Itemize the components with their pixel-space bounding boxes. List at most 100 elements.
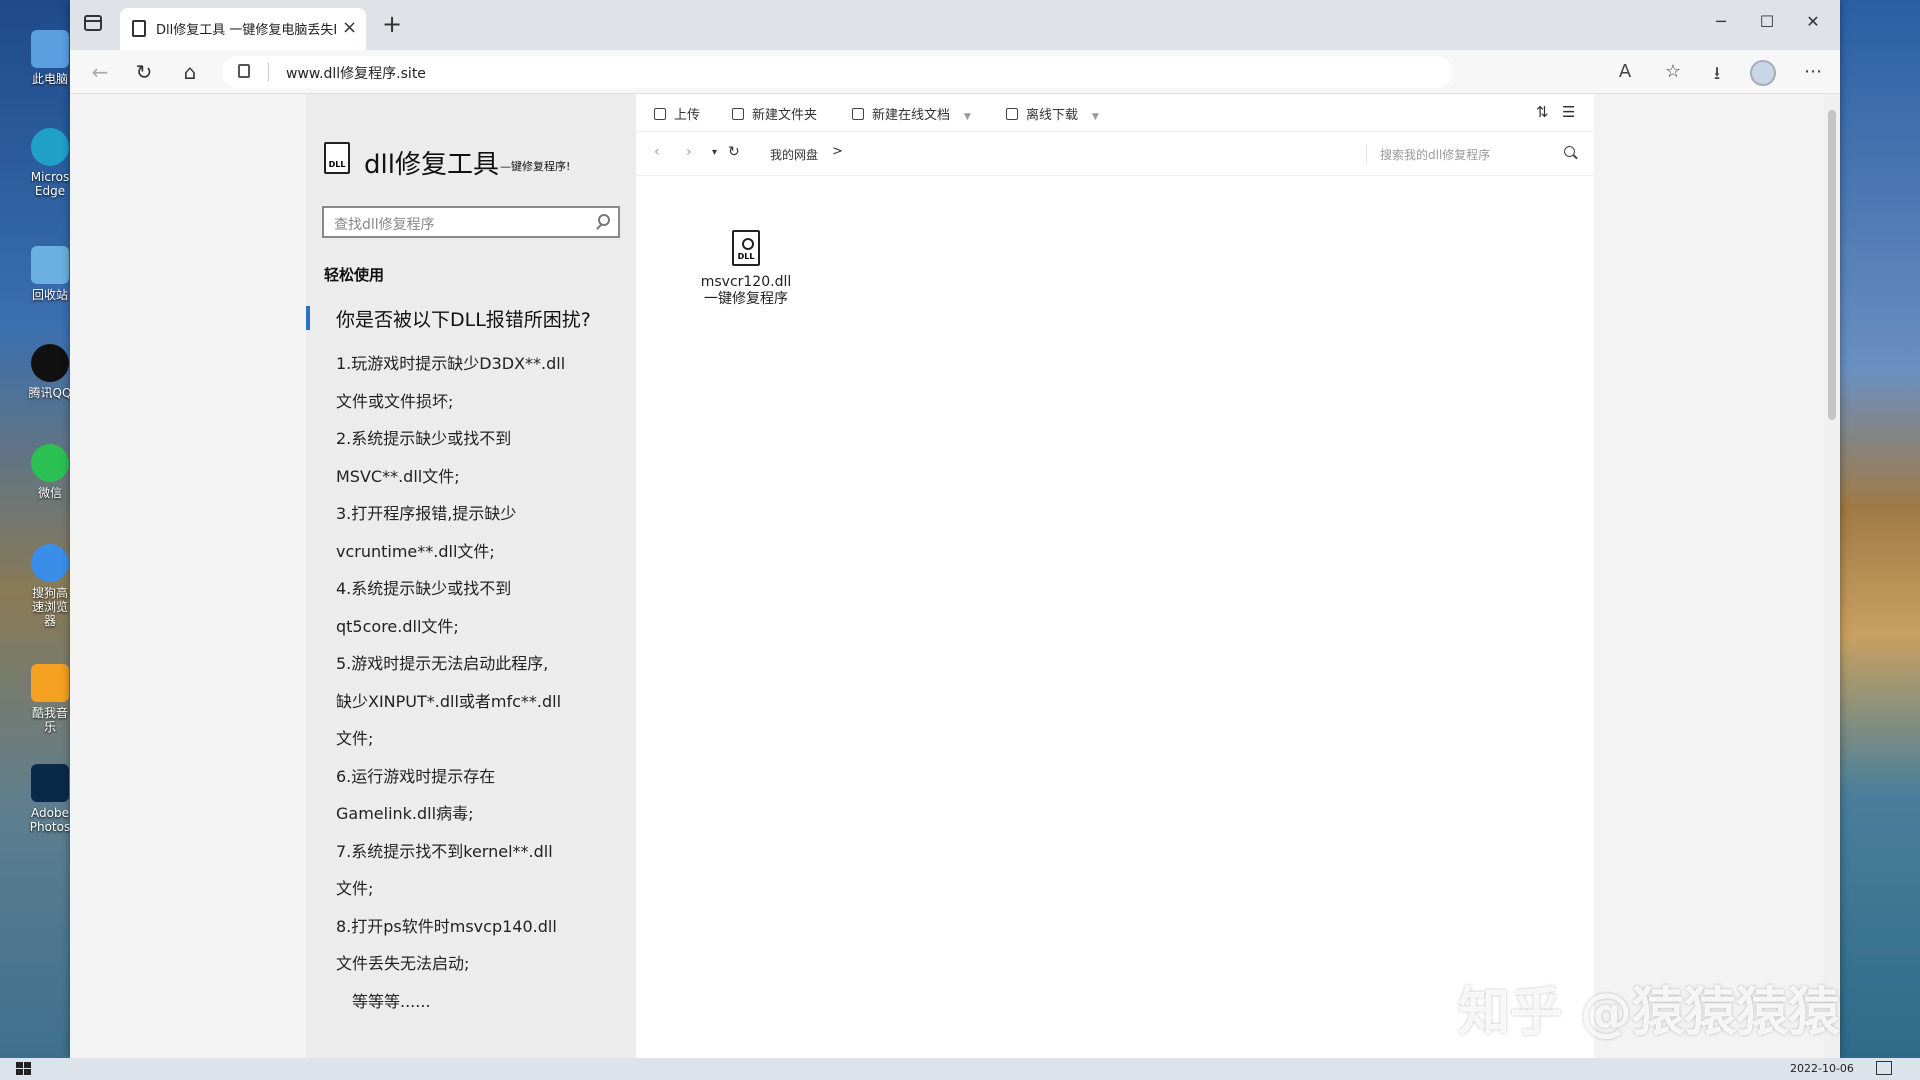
problem-line: vcruntime**.dll文件;: [336, 541, 495, 561]
new-folder-button[interactable]: 新建文件夹: [732, 104, 817, 123]
accent-bar: [306, 306, 310, 330]
problem-etc: 等等等......: [352, 991, 431, 1011]
close-window-button[interactable]: ✕: [1798, 12, 1828, 31]
path-forward-button[interactable]: ›: [686, 144, 692, 160]
more-menu-icon[interactable]: ⋯: [1800, 61, 1826, 82]
breadcrumb[interactable]: 我的网盘: [770, 146, 818, 163]
desktop-icon-label: 酷我音乐: [31, 706, 68, 734]
path-back-button[interactable]: ‹: [654, 144, 660, 160]
chevron-down-icon[interactable]: ▼: [964, 112, 971, 122]
problem-line: 8.打开ps软件时msvcp140.dll: [336, 916, 557, 936]
problem-line: 文件;: [336, 729, 374, 748]
desktop-icon-recycle-bin[interactable]: 回收站: [28, 246, 72, 302]
minimize-button[interactable]: ─: [1706, 12, 1736, 31]
url-text[interactable]: www.dll修复程序.site: [286, 63, 426, 83]
problem-line: 3.打开程序报错,提示缺少: [336, 504, 517, 523]
breadcrumb-separator: >: [832, 144, 843, 159]
desktop-icon-photoshop[interactable]: Adobe Photos: [28, 764, 72, 834]
watermark: 知乎 @猿猿猿猿: [1458, 983, 1841, 1043]
windows-logo-icon: [24, 1062, 31, 1068]
photoshop-icon: [31, 764, 69, 802]
wechat-icon: [31, 444, 69, 482]
refresh-button[interactable]: ↻: [132, 60, 156, 84]
computer-icon: [31, 30, 69, 68]
address-bar-row: ← ↻ ⌂ www.dll修复程序.site A ☆ ⭳ ⋯: [70, 50, 1840, 94]
tab-active[interactable]: Dll修复工具 一键修复电脑丢失DLL ×: [120, 8, 366, 50]
document-icon: [852, 108, 864, 120]
search-placeholder: 查找dll修复程序: [334, 217, 435, 233]
file-panel: 上传 新建文件夹 新建在线文档 ▼ 离线下载 ▼ ⇅ ☰ ‹ › ▾ ↻ 我的网盘 …: [636, 94, 1594, 1058]
maximize-button[interactable]: ☐: [1752, 12, 1782, 31]
download-icon[interactable]: ⭳: [1704, 61, 1730, 91]
search-icon[interactable]: [598, 214, 610, 226]
dll-file-icon: DLL: [732, 230, 760, 266]
site-title: dll修复工具: [364, 150, 499, 180]
windows-logo-icon: [16, 1069, 23, 1075]
problem-line: 文件丢失无法启动;: [336, 954, 470, 973]
file-item[interactable]: DLL msvcr120.dll 一键修复程序: [696, 230, 796, 308]
sidebar: DLL dll修复工具 —键修复程序! 查找dll修复程序 轻松使用 你是否被以…: [306, 94, 636, 1058]
start-button[interactable]: [16, 1062, 32, 1076]
url-divider: [268, 63, 269, 81]
read-aloud-icon[interactable]: A: [1612, 61, 1638, 82]
new-doc-label: 新建在线文档: [872, 108, 951, 123]
desktop-icon-sogou[interactable]: 搜狗高速浏览器: [28, 544, 72, 628]
new-folder-label: 新建文件夹: [752, 108, 818, 123]
offline-download-label: 离线下载: [1026, 108, 1079, 123]
desktop-icon-label: Adobe Photos: [29, 806, 71, 834]
desktop-icon-kuwo[interactable]: 酷我音乐: [28, 664, 72, 734]
new-tab-button[interactable]: +: [382, 10, 402, 38]
desktop-icon-this-pc[interactable]: 此电脑: [28, 30, 72, 86]
problem-line: 7.系统提示找不到kernel**.dll: [336, 841, 553, 861]
problem-line: 6.运行游戏时提示存在: [336, 766, 496, 786]
notification-icon[interactable]: [1876, 1061, 1892, 1075]
page-scrollbar[interactable]: [1824, 94, 1840, 1058]
tab-bar: Dll修复工具 一键修复电脑丢失DLL × + ─ ☐ ✕: [70, 0, 1840, 50]
file-search-input[interactable]: 搜索我的dll修复程序: [1380, 146, 1490, 163]
problem-line: 缺少XINPUT*.dll或者mfc**.dll: [336, 691, 562, 711]
desktop-icon-label: 回收站: [31, 288, 68, 302]
page-viewport: DLL dll修复工具 —键修复程序! 查找dll修复程序 轻松使用 你是否被以…: [70, 94, 1824, 1058]
search-icon[interactable]: [1564, 146, 1575, 157]
back-button[interactable]: ←: [88, 60, 112, 84]
qq-icon: [31, 344, 69, 382]
new-doc-button[interactable]: 新建在线文档 ▼: [852, 104, 971, 123]
recycle-bin-icon: [31, 246, 69, 284]
folder-icon: [732, 108, 744, 120]
dll-file-icon: DLL: [324, 142, 350, 174]
history-dropdown-icon[interactable]: ▾: [712, 147, 717, 158]
problem-line: 5.游戏时提示无法启动此程序,: [336, 654, 549, 673]
path-refresh-button[interactable]: ↻: [728, 144, 740, 160]
home-button[interactable]: ⌂: [178, 60, 202, 84]
offline-download-button[interactable]: 离线下载 ▼: [1006, 104, 1099, 123]
browser-window: Dll修复工具 一键修复电脑丢失DLL × + ─ ☐ ✕ ← ↻ ⌂ www.…: [70, 0, 1840, 1058]
sort-icon[interactable]: ⇅: [1536, 103, 1549, 121]
lock-icon[interactable]: [238, 64, 250, 78]
problem-line: 4.系统提示缺少或找不到: [336, 579, 512, 598]
page-favicon-icon: [132, 20, 146, 37]
desktop-icon-wechat[interactable]: 微信: [28, 444, 72, 500]
desktop-icon-label: Micros Edge: [30, 170, 70, 198]
desktop-icon-label: 腾讯QQ: [28, 386, 72, 400]
desktop-icon-qq[interactable]: 腾讯QQ: [28, 344, 72, 400]
site-subtitle: —键修复程序!: [500, 160, 571, 173]
desktop-icon-label: 此电脑: [31, 72, 68, 86]
desktop-icon-edge[interactable]: Micros Edge: [28, 128, 72, 198]
problem-line: 文件或文件损坏;: [336, 391, 454, 411]
dll-search-input[interactable]: 查找dll修复程序: [322, 206, 620, 238]
upload-button[interactable]: 上传: [654, 104, 700, 123]
tab-actions-icon[interactable]: [84, 15, 102, 31]
problem-line: MSVC**.dll文件;: [336, 466, 460, 486]
question-text: 你是否被以下DLL报错所困扰?: [336, 309, 591, 331]
favorites-icon[interactable]: ☆: [1660, 61, 1686, 82]
profile-avatar[interactable]: [1750, 60, 1776, 86]
question-heading: 你是否被以下DLL报错所困扰?: [306, 304, 636, 332]
taskbar-date[interactable]: 2022-10-06: [1790, 1062, 1854, 1075]
tab-close-icon[interactable]: ×: [342, 17, 357, 38]
scroll-thumb[interactable]: [1828, 110, 1836, 420]
download-icon: [1006, 108, 1018, 120]
section-label: 轻松使用: [324, 266, 385, 284]
upload-label: 上传: [674, 108, 701, 123]
chevron-down-icon[interactable]: ▼: [1092, 112, 1099, 122]
list-view-icon[interactable]: ☰: [1562, 103, 1575, 121]
